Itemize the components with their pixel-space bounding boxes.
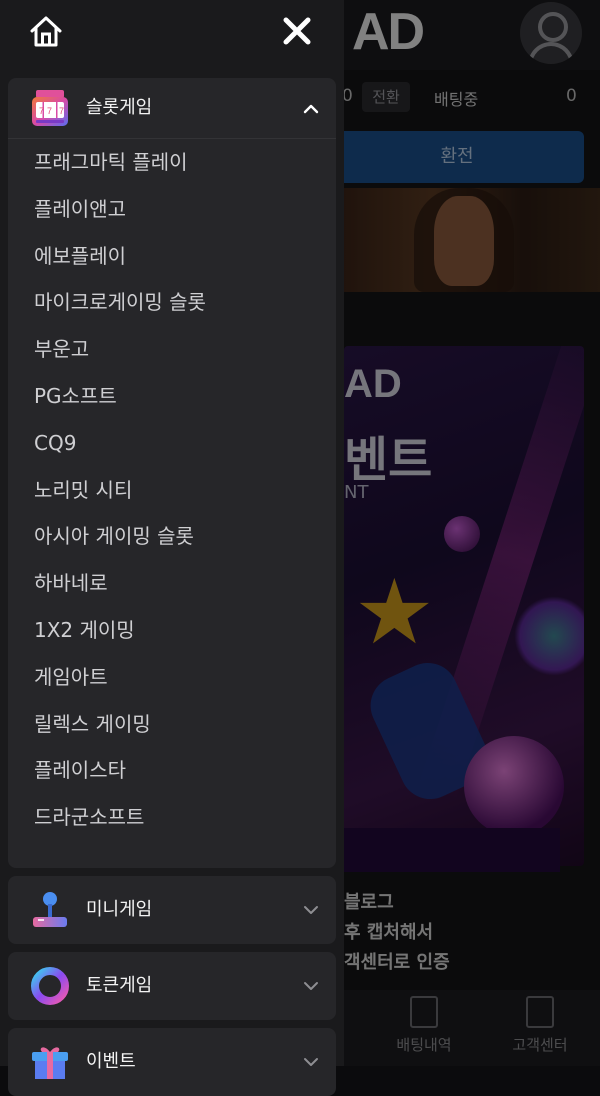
category-header-slot[interactable]: 7 7 7 슬롯게임 <box>8 78 336 139</box>
provider-item[interactable]: 부운고 <box>8 326 336 373</box>
provider-item[interactable]: 릴렉스 게이밍 <box>8 701 336 748</box>
provider-list: 프래그마틱 플레이 플레이앤고 에보플레이 마이크로게이밍 슬롯 부운고 PG소… <box>8 139 336 841</box>
provider-item[interactable]: 드라군소프트 <box>8 794 336 841</box>
category-label: 이벤트 <box>86 1051 136 1072</box>
chevron-down-icon <box>302 901 320 919</box>
joystick-icon <box>30 890 70 930</box>
provider-item[interactable]: 에보플레이 <box>8 233 336 280</box>
provider-item[interactable]: 플레이앤고 <box>8 186 336 233</box>
drawer-header <box>0 0 344 70</box>
slot-machine-icon: 7 7 7 <box>30 88 70 128</box>
category-event[interactable]: 이벤트 <box>8 1028 336 1096</box>
category-header-mini[interactable]: 미니게임 <box>8 876 336 944</box>
category-token-games[interactable]: 토큰게임 <box>8 952 336 1020</box>
chevron-up-icon <box>302 100 320 118</box>
chevron-down-icon <box>302 977 320 995</box>
category-slot-games: 7 7 7 슬롯게임 프래그마틱 플레이 플레이앤고 에보플레이 마이크로게이밍… <box>8 78 336 868</box>
provider-item[interactable]: 플레이스타 <box>8 747 336 794</box>
chevron-down-icon <box>302 1053 320 1071</box>
gift-icon <box>30 1042 70 1082</box>
provider-item[interactable]: CQ9 <box>8 420 336 467</box>
provider-item[interactable]: 게임아트 <box>8 654 336 701</box>
provider-item[interactable]: 1X2 게이밍 <box>8 607 336 654</box>
category-label: 미니게임 <box>86 899 153 920</box>
category-header-event[interactable]: 이벤트 <box>8 1028 336 1096</box>
token-ring-icon <box>30 966 70 1006</box>
side-drawer: 7 7 7 슬롯게임 프래그마틱 플레이 플레이앤고 에보플레이 마이크로게이밍… <box>0 0 344 1096</box>
provider-item[interactable]: 마이크로게이밍 슬롯 <box>8 279 336 326</box>
category-mini-games[interactable]: 미니게임 <box>8 876 336 944</box>
category-label: 토큰게임 <box>86 975 153 996</box>
provider-item[interactable]: 노리밋 시티 <box>8 467 336 514</box>
provider-item[interactable]: 하바네로 <box>8 560 336 607</box>
provider-item[interactable]: 아시아 게이밍 슬롯 <box>8 513 336 560</box>
category-header-token[interactable]: 토큰게임 <box>8 952 336 1020</box>
home-icon[interactable] <box>28 14 64 50</box>
svg-text:7: 7 <box>47 106 52 116</box>
svg-text:7: 7 <box>39 106 44 116</box>
svg-text:7: 7 <box>59 106 64 116</box>
provider-item[interactable]: 프래그마틱 플레이 <box>8 139 336 186</box>
close-icon[interactable] <box>280 14 314 48</box>
category-label: 슬롯게임 <box>86 97 153 118</box>
provider-item[interactable]: PG소프트 <box>8 373 336 420</box>
